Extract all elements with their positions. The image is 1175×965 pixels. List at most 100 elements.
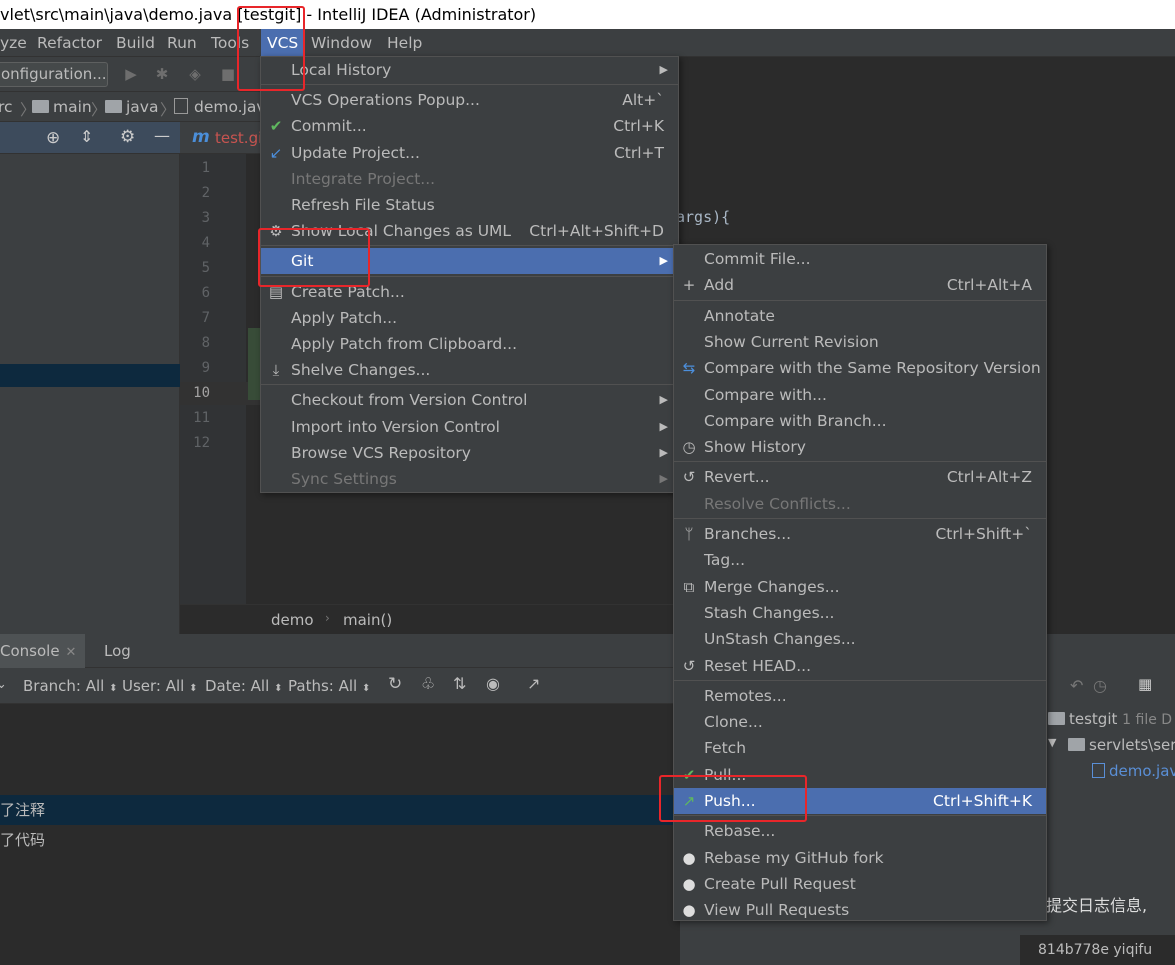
open-external-icon[interactable]: ↗: [527, 674, 540, 693]
menu-item-tag[interactable]: Tag...: [674, 547, 1046, 573]
filter-paths[interactable]: Paths: All ⬍: [288, 677, 370, 695]
minimize-icon[interactable]: —: [154, 126, 170, 145]
cherry-pick-icon[interactable]: ♧: [421, 674, 435, 693]
group-icon[interactable]: ▦: [1138, 675, 1152, 693]
annotation-box: [659, 775, 807, 822]
crumb-main[interactable]: main: [32, 98, 92, 116]
menu-item-compare-with-branch[interactable]: Compare with Branch...: [674, 408, 1046, 434]
menu-item-merge-changes[interactable]: ⧉ Merge Changes...: [674, 574, 1046, 600]
coverage-icon[interactable]: ◈: [186, 65, 204, 83]
refresh-icon[interactable]: ↻: [388, 674, 402, 694]
breadcrumb-class[interactable]: demo: [271, 611, 314, 629]
menu-item-rebase[interactable]: Rebase...: [674, 818, 1046, 844]
debug-icon[interactable]: ✱: [153, 65, 171, 83]
line-number: 7: [201, 310, 210, 326]
menu-bar: yze Refactor Build Run Tools VCS Window …: [0, 29, 1175, 57]
close-icon[interactable]: ✕: [66, 645, 77, 660]
menu-item-local-history[interactable]: Local History ▶: [261, 57, 678, 83]
collapse-icon[interactable]: ⇕: [80, 127, 93, 146]
eye-icon[interactable]: ◉: [486, 674, 500, 693]
filter-paths-label: Paths: All: [288, 677, 358, 695]
run-configuration-select[interactable]: onfiguration...: [0, 62, 108, 87]
menu-item-show-history[interactable]: ◷ Show History: [674, 434, 1046, 460]
file-node[interactable]: demo.jav: [1092, 762, 1175, 780]
commit-details-panel: ↶ ◷ ▦ testgit 1 file D ▼ servlets\ser de…: [1046, 668, 1175, 965]
menu-item-integrate-project: Integrate Project...: [261, 166, 678, 192]
editor-tab-label[interactable]: test.gi: [215, 129, 260, 147]
menu-window[interactable]: Window: [305, 29, 378, 57]
menu-item-vcs-operations-popup[interactable]: VCS Operations Popup... Alt+`: [261, 87, 678, 113]
gear-icon[interactable]: ⚙: [120, 127, 135, 147]
project-selected-row[interactable]: [0, 364, 180, 387]
menu-item-shelve-changes[interactable]: ⤓ Shelve Changes...: [261, 357, 678, 383]
clock-icon[interactable]: ◷: [1093, 676, 1107, 695]
menu-item-view-pull-requests[interactable]: ● View Pull Requests: [674, 897, 1046, 923]
menu-item-revert[interactable]: ↺ Revert... Ctrl+Alt+Z: [674, 464, 1046, 490]
chevron-down-icon[interactable]: ⌄: [0, 677, 7, 692]
expand-icon[interactable]: ▼: [1048, 736, 1056, 749]
undo-icon[interactable]: ↶: [1070, 676, 1083, 695]
menu-item-stash-changes[interactable]: Stash Changes...: [674, 600, 1046, 626]
menu-item-commit[interactable]: ✔ Commit... Ctrl+K: [261, 113, 678, 139]
tab-console[interactable]: Console ✕: [0, 634, 85, 668]
crumb-java[interactable]: java: [105, 98, 158, 116]
menu-item-commit-file[interactable]: Commit File...: [674, 246, 1046, 272]
menu-item-label: Show History: [704, 438, 806, 457]
menu-item-compare-with-the-same-repository-version[interactable]: ⇆ Compare with the Same Repository Versio…: [674, 355, 1046, 381]
menu-item-fetch[interactable]: Fetch: [674, 735, 1046, 761]
menu-item-label: Shelve Changes...: [291, 361, 431, 380]
menu-item-update-project[interactable]: ↙ Update Project... Ctrl+T: [261, 140, 678, 166]
menu-item-browse-vcs-repository[interactable]: Browse VCS Repository ▶: [261, 440, 678, 466]
menu-item-rebase-my-github-fork[interactable]: ● Rebase my GitHub fork: [674, 845, 1046, 871]
submenu-arrow-icon: ▶: [659, 393, 668, 407]
sort-arrows-icon[interactable]: ⇅: [453, 674, 466, 693]
menu-analyze[interactable]: yze: [0, 29, 33, 57]
run-icon[interactable]: ▶: [122, 65, 140, 83]
sort-icon: ⬍: [361, 683, 371, 694]
line-number: 1: [201, 160, 210, 176]
breadcrumb-method[interactable]: main(): [343, 611, 392, 629]
menu-item-remotes[interactable]: Remotes...: [674, 683, 1046, 709]
menu-item-import-into-version-control[interactable]: Import into Version Control ▶: [261, 414, 678, 440]
crumb-file[interactable]: demo.jav: [174, 98, 266, 116]
editor-tab-bar: m test.gi: [180, 122, 260, 154]
menu-item-branches[interactable]: ᛘ Branches... Ctrl+Shift+`: [674, 521, 1046, 547]
menu-item-label: Rebase my GitHub fork: [704, 848, 884, 867]
menu-item-apply-patch[interactable]: Apply Patch...: [261, 305, 678, 331]
menu-help[interactable]: Help: [381, 29, 428, 57]
menu-refactor[interactable]: Refactor: [31, 29, 108, 57]
menu-item-reset-head[interactable]: ↺ Reset HEAD...: [674, 653, 1046, 679]
menu-item-show-current-revision[interactable]: Show Current Revision: [674, 329, 1046, 355]
menu-item-add[interactable]: + Add Ctrl+Alt+A: [674, 272, 1046, 298]
tab-log[interactable]: Log: [90, 634, 145, 668]
menu-build[interactable]: Build: [110, 29, 161, 57]
menu-item-annotate[interactable]: Annotate: [674, 303, 1046, 329]
filter-user[interactable]: User: All ⬍: [122, 677, 198, 695]
menu-item-unstash-changes[interactable]: UnStash Changes...: [674, 626, 1046, 652]
menu-item-apply-patch-from-clipboard[interactable]: Apply Patch from Clipboard...: [261, 331, 678, 357]
window-title: vlet\src\main\java\demo.java [testgit] -…: [0, 0, 1175, 29]
menu-item-create-pull-request[interactable]: ● Create Pull Request: [674, 871, 1046, 897]
menu-run[interactable]: Run: [161, 29, 203, 57]
menu-item-refresh-file-status[interactable]: Refresh File Status: [261, 192, 678, 218]
stop-icon[interactable]: ■: [219, 65, 237, 83]
menu-item-compare-with[interactable]: Compare with...: [674, 382, 1046, 408]
update-icon: ↙: [269, 143, 283, 162]
commit-row[interactable]: 了代码: [0, 825, 680, 855]
menu-item-checkout-from-version-control[interactable]: Checkout from Version Control ▶: [261, 387, 678, 413]
filter-date[interactable]: Date: All ⬍: [205, 677, 282, 695]
line-number: 8: [201, 335, 210, 351]
folder-node[interactable]: servlets\ser: [1068, 736, 1175, 754]
repo-node[interactable]: testgit 1 file D: [1048, 710, 1172, 728]
java-file-icon: [174, 98, 188, 114]
crumb-src[interactable]: rc: [0, 98, 13, 116]
sort-icon: ⬍: [189, 683, 198, 694]
code-text: args){: [676, 208, 731, 226]
filter-branch[interactable]: Branch: All ⬍: [23, 677, 118, 695]
menu-item-label: Show Current Revision: [704, 332, 879, 351]
github-icon: ●: [682, 848, 696, 867]
commit-row[interactable]: 了注释: [0, 795, 680, 825]
main-toolbar: onfiguration... ▶ ✱ ◈ ■: [0, 57, 260, 92]
locate-icon[interactable]: ⊕: [46, 128, 60, 148]
menu-item-clone[interactable]: Clone...: [674, 709, 1046, 735]
